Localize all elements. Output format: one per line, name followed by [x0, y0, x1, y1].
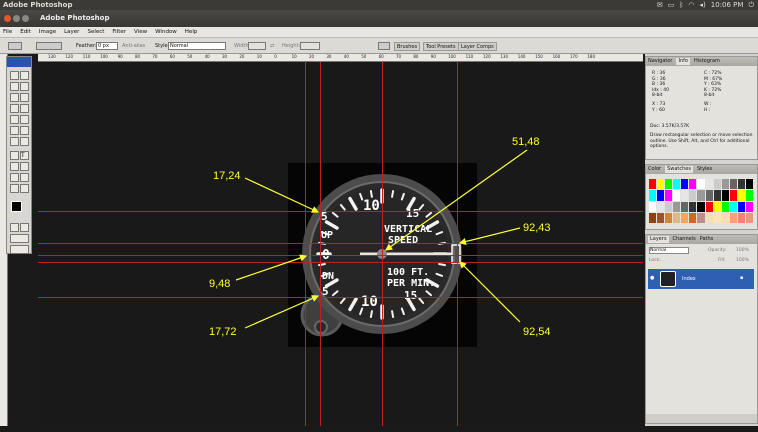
swatch[interactable]	[665, 179, 673, 190]
annotation-label: 92,43	[523, 222, 551, 234]
annotation-label: 51,48	[512, 136, 540, 148]
annotation-label: 17,72	[209, 326, 237, 338]
tab-channels[interactable]: Channels	[673, 236, 696, 243]
tab-layers[interactable]: Layers	[648, 236, 669, 243]
swatch[interactable]	[649, 179, 657, 190]
swatch[interactable]	[665, 201, 673, 212]
swatch[interactable]	[657, 179, 665, 190]
swatch[interactable]	[737, 201, 745, 212]
swatch[interactable]	[689, 201, 697, 212]
swatch[interactable]	[665, 212, 673, 223]
layers-footer-icons[interactable]	[646, 414, 757, 423]
swatch[interactable]	[729, 201, 737, 212]
swatch[interactable]	[689, 190, 697, 201]
tab-navigator[interactable]: Navigator	[648, 58, 672, 65]
annotation-label: 9,48	[209, 278, 231, 290]
swatch[interactable]	[705, 201, 713, 212]
swatch[interactable]	[673, 190, 681, 201]
swatch[interactable]	[713, 190, 721, 201]
swatch[interactable]	[721, 212, 729, 223]
swatch[interactable]	[665, 190, 673, 201]
swatch[interactable]	[649, 212, 657, 223]
swatch[interactable]	[737, 179, 745, 190]
opacity-label: Opacity:	[708, 248, 727, 253]
info-panel: Navigator Info Histogram R : 36 G : 36 B…	[645, 56, 758, 160]
swatch[interactable]	[657, 201, 665, 212]
fill-input[interactable]: 100%	[736, 258, 749, 263]
swatch[interactable]	[697, 190, 705, 201]
layer-thumbnail	[660, 271, 676, 287]
annotation-arrow	[235, 254, 308, 281]
blend-mode-select[interactable]: Normal	[649, 247, 689, 254]
swatch[interactable]	[681, 212, 689, 223]
swatch[interactable]	[705, 190, 713, 201]
swatch[interactable]	[697, 201, 705, 212]
swatch[interactable]	[721, 179, 729, 190]
swatch[interactable]	[689, 212, 697, 223]
swatch[interactable]	[673, 212, 681, 223]
swatch[interactable]	[681, 190, 689, 201]
lock-label: Lock:	[649, 258, 661, 263]
swatch[interactable]	[745, 179, 753, 190]
swatch-grid[interactable]	[649, 179, 753, 223]
swatch[interactable]	[745, 212, 753, 223]
tab-swatches[interactable]: Swatches	[665, 166, 693, 173]
swatch[interactable]	[697, 179, 705, 190]
annotation-arrow	[244, 177, 320, 213]
info-rgb: R : 36 G : 36 B : 36 Idx : 40 8-bit	[652, 71, 669, 98]
swatch[interactable]	[705, 212, 713, 223]
annotation-arrow	[244, 295, 320, 329]
annotation-label: 92,54	[523, 326, 551, 338]
layer-name: Index	[682, 276, 696, 282]
swatch[interactable]	[737, 190, 745, 201]
swatch[interactable]	[721, 201, 729, 212]
tab-color[interactable]: Color	[648, 166, 661, 173]
opacity-input[interactable]: 100%	[736, 248, 749, 253]
annotation-arrow	[459, 261, 521, 323]
tab-histogram[interactable]: Histogram	[694, 58, 720, 65]
info-doc-size: Doc: 3.57K/3.57K	[650, 124, 690, 129]
info-hint: Draw rectangular selection or move selec…	[650, 133, 753, 149]
right-panel-dock: Navigator Info Histogram R : 36 G : 36 B…	[645, 54, 758, 426]
info-xy: X : 73 Y : 60	[652, 102, 666, 113]
swatch[interactable]	[713, 201, 721, 212]
info-wh: W : H :	[704, 102, 712, 113]
swatch[interactable]	[673, 179, 681, 190]
tab-info[interactable]: Info	[676, 58, 690, 65]
layer-link-icon: ▪	[740, 275, 744, 281]
tab-paths[interactable]: Paths	[700, 236, 714, 243]
swatch[interactable]	[721, 190, 729, 201]
swatch[interactable]	[713, 179, 721, 190]
eye-icon[interactable]: ●	[650, 275, 654, 281]
swatch[interactable]	[737, 212, 745, 223]
layer-row[interactable]: ● Index ▪	[648, 269, 754, 289]
swatch[interactable]	[705, 179, 713, 190]
swatch[interactable]	[729, 190, 737, 201]
annotation-arrow	[458, 227, 521, 246]
swatch[interactable]	[657, 212, 665, 223]
swatch[interactable]	[649, 201, 657, 212]
annotation-label: 17,24	[213, 170, 241, 182]
swatch[interactable]	[649, 190, 657, 201]
tab-styles[interactable]: Styles	[697, 166, 712, 173]
swatch[interactable]	[681, 179, 689, 190]
swatch[interactable]	[729, 179, 737, 190]
swatch[interactable]	[673, 201, 681, 212]
swatch[interactable]	[681, 201, 689, 212]
layers-panel: Layers Channels Paths Normal Opacity: 10…	[645, 234, 758, 424]
swatch[interactable]	[657, 190, 665, 201]
swatch[interactable]	[697, 212, 705, 223]
info-cmyk: C : 72% M : 67% Y : 63% K : 72% 8-bit	[704, 71, 723, 98]
swatch[interactable]	[713, 212, 721, 223]
swatch[interactable]	[689, 179, 697, 190]
swatch[interactable]	[745, 190, 753, 201]
swatches-panel: Color Swatches Styles	[645, 164, 758, 230]
swatch[interactable]	[729, 212, 737, 223]
swatch[interactable]	[745, 201, 753, 212]
annotation-arrow	[385, 149, 528, 251]
fill-label: Fill:	[718, 258, 726, 263]
